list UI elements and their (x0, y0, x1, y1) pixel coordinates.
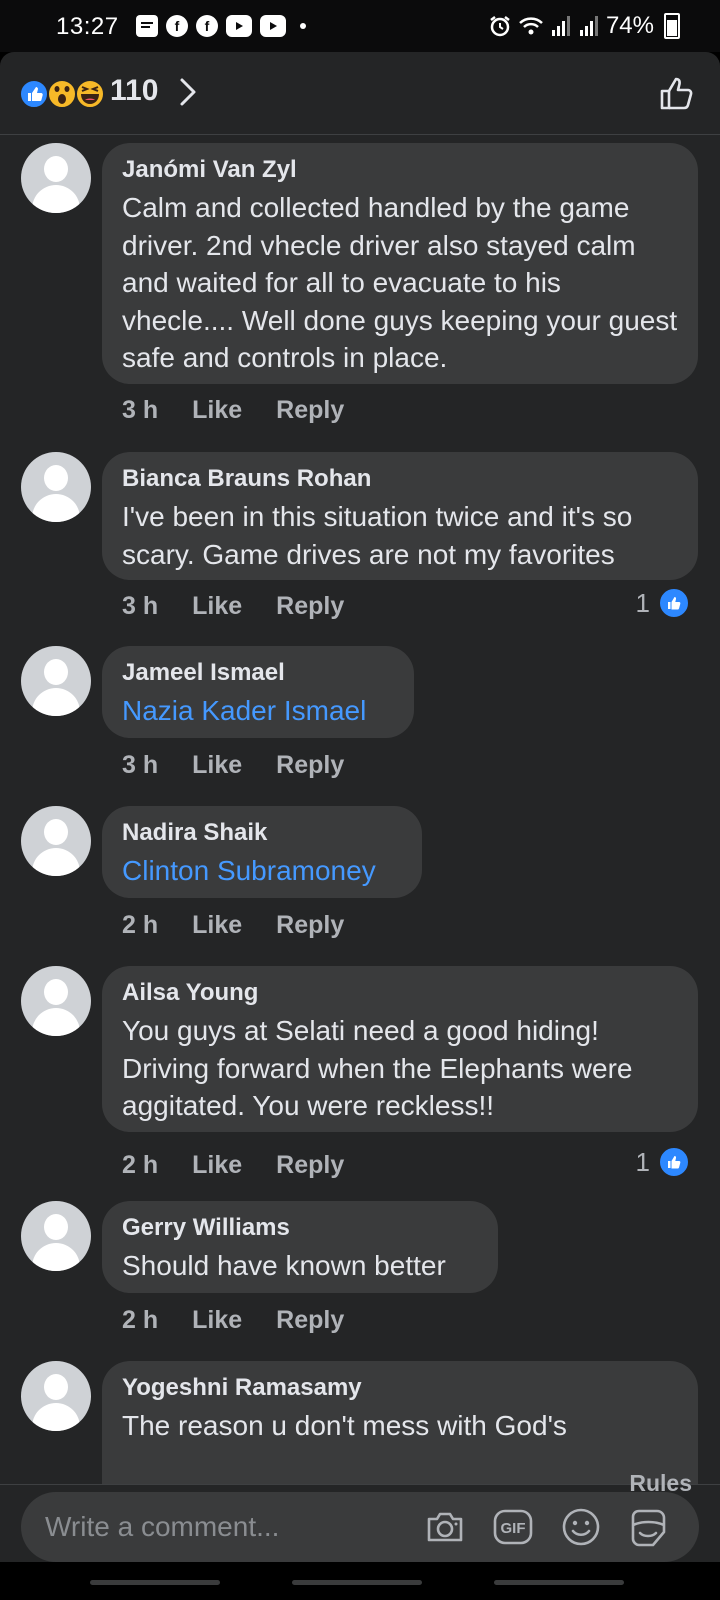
comment-bubble[interactable]: Yogeshni Ramasamy The reason u don't mes… (102, 1361, 698, 1484)
comment-text: Calm and collected handled by the game d… (122, 192, 678, 373)
comment-text: You guys at Selati need a good hiding! D… (122, 1015, 633, 1121)
comment-bubble[interactable]: Jameel Ismael Nazia Kader Ismael (102, 646, 414, 738)
comment-time: 2 h (122, 1151, 159, 1179)
like-badge-icon (658, 1146, 690, 1178)
message-icon (136, 15, 158, 37)
comment-text: Should have known better (122, 1250, 446, 1281)
comment-text: I've been in this situation twice and it… (122, 501, 633, 570)
avatar[interactable] (21, 143, 91, 213)
wifi-icon (519, 17, 543, 35)
comment-time: 3 h (122, 396, 159, 424)
avatar[interactable] (21, 1361, 91, 1431)
comment-actions: 2 h Like Reply (122, 1306, 344, 1335)
avatar[interactable] (21, 806, 91, 876)
comment-time: 2 h (122, 911, 159, 939)
reaction-count: 110 (110, 74, 159, 107)
like-badge-icon (658, 587, 690, 619)
signal-icon (551, 16, 570, 36)
comment-bubble[interactable]: Ailsa Young You guys at Selati need a go… (102, 966, 698, 1132)
comment-actions: 3 h Like Reply (122, 592, 344, 621)
avatar[interactable] (21, 646, 91, 716)
comment-input[interactable] (43, 1510, 407, 1544)
comment-author[interactable]: Yogeshni Ramasamy (122, 1373, 678, 1403)
like-button[interactable]: Like (192, 911, 242, 940)
reaction-icons (19, 79, 105, 109)
sticker-icon[interactable] (625, 1505, 671, 1551)
battery-percent: 74% (605, 12, 654, 39)
emoji-icon[interactable] (559, 1505, 603, 1549)
comment-bubble[interactable]: Janómi Van Zyl Calm and collected handle… (102, 143, 698, 384)
avatar[interactable] (21, 1201, 91, 1271)
comment-author[interactable]: Gerry Williams (122, 1213, 478, 1243)
nav-recents[interactable] (90, 1580, 220, 1585)
chevron-right-icon[interactable] (178, 76, 198, 108)
avatar[interactable] (21, 966, 91, 1036)
like-button[interactable]: Like (192, 751, 242, 780)
like-count: 1 (635, 587, 650, 618)
comment-bubble[interactable]: Gerry Williams Should have known better (102, 1201, 498, 1293)
reply-button[interactable]: Reply (276, 751, 344, 780)
nav-home[interactable] (292, 1580, 422, 1585)
notification-icons: f f (136, 15, 306, 37)
thumbs-up-icon[interactable] (658, 74, 696, 112)
reply-button[interactable]: Reply (276, 1151, 344, 1180)
comment-like-count[interactable]: 1 (636, 587, 690, 619)
status-bar: 13:27 f f 74% (0, 0, 720, 52)
haha-reaction-icon (75, 79, 105, 109)
comment-actions: 3 h Like Reply (122, 396, 344, 425)
alarm-icon (490, 16, 510, 37)
facebook-icon: f (166, 15, 188, 37)
youtube-icon (226, 15, 252, 37)
gif-icon[interactable]: GIF (491, 1505, 535, 1549)
camera-icon[interactable] (423, 1505, 467, 1549)
comment-like-count[interactable]: 1 (636, 1146, 690, 1178)
comment-list[interactable]: Janómi Van Zyl Calm and collected handle… (0, 140, 720, 1484)
comment-text: The reason u don't mess with God's (122, 1410, 567, 1441)
comment-time: 2 h (122, 1306, 159, 1334)
reply-button[interactable]: Reply (276, 396, 344, 425)
comments-sheet: 110 Janómi Van Zyl Calm and collected ha… (0, 52, 720, 1600)
wow-reaction-icon (47, 79, 77, 109)
like-button[interactable]: Like (192, 396, 242, 425)
comment-author[interactable]: Jameel Ismael (122, 658, 394, 688)
like-button[interactable]: Like (192, 592, 242, 621)
system-navigation-bar (0, 1562, 720, 1600)
signal-icon (579, 16, 598, 36)
composer-divider (0, 1484, 720, 1485)
comment-actions: 2 h Like Reply (122, 1151, 344, 1180)
nav-back[interactable] (494, 1580, 624, 1585)
comment-time: 3 h (122, 751, 159, 779)
reactions-header[interactable]: 110 (0, 52, 720, 135)
comment-author[interactable]: Janómi Van Zyl (122, 155, 678, 185)
reply-button[interactable]: Reply (276, 592, 344, 621)
status-time: 13:27 (56, 13, 119, 40)
comment-author[interactable]: Bianca Brauns Rohan (122, 464, 678, 494)
like-button[interactable]: Like (192, 1151, 242, 1180)
svg-text:GIF: GIF (501, 1520, 526, 1537)
reply-button[interactable]: Reply (276, 1306, 344, 1335)
comment-bubble[interactable]: Bianca Brauns Rohan I've been in this si… (102, 452, 698, 580)
youtube-icon (260, 15, 286, 37)
comment-author[interactable]: Ailsa Young (122, 978, 678, 1008)
comment-author[interactable]: Nadira Shaik (122, 818, 402, 848)
more-notifications-dot (300, 23, 306, 29)
facebook-icon: f (196, 15, 218, 37)
reply-button[interactable]: Reply (276, 911, 344, 940)
comment-time: 3 h (122, 592, 159, 620)
tagged-user-link[interactable]: Nazia Kader Ismael (122, 692, 394, 730)
comment-actions: 2 h Like Reply (122, 911, 344, 940)
system-icons: 74% (488, 12, 680, 40)
like-button[interactable]: Like (192, 1306, 242, 1335)
comment-bubble[interactable]: Nadira Shaik Clinton Subramoney (102, 806, 422, 898)
comment-composer[interactable]: GIF (21, 1492, 699, 1562)
comment-actions: 3 h Like Reply (122, 751, 344, 780)
like-count: 1 (635, 1146, 650, 1177)
like-reaction-icon (19, 79, 49, 109)
battery-icon (664, 13, 680, 39)
tagged-user-link[interactable]: Clinton Subramoney (122, 852, 402, 890)
avatar[interactable] (21, 452, 91, 522)
